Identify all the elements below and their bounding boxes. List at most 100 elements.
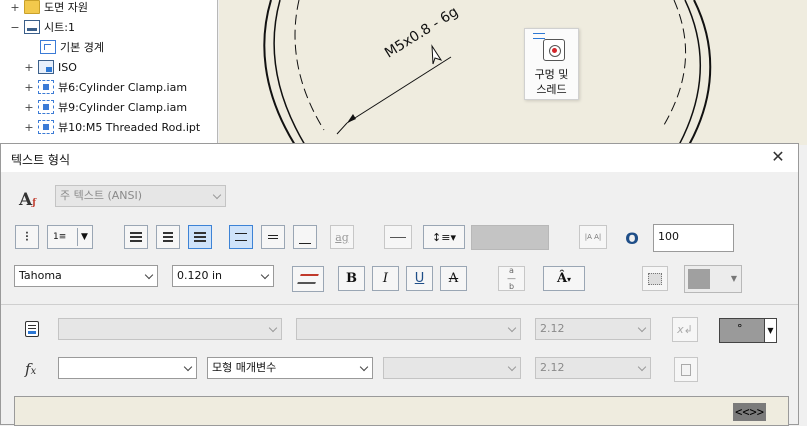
add-parameter-button[interactable] xyxy=(674,357,698,382)
properties-icon xyxy=(25,321,39,337)
mouse-cursor-icon xyxy=(431,44,443,65)
drawing-view-icon xyxy=(38,80,54,94)
bullet-list-button[interactable]: ⁝ xyxy=(15,225,39,249)
line-spacing-button[interactable]: ↕≡▾ xyxy=(423,225,465,249)
text-format-dialog: 텍스트 형식 ✕ Aƒ 주 텍스트 (ANSI) ⁝ 1≡ ▼ ag ↕≡▾ |… xyxy=(0,143,799,426)
hole-thread-tooltip: 구멍 및 스레드 xyxy=(524,28,579,100)
stretch-value: 100 xyxy=(658,230,679,243)
tree-item-label: 시트:1 xyxy=(44,21,75,34)
chevron-down-icon xyxy=(146,272,154,280)
expand-icon[interactable]: + xyxy=(24,61,34,74)
numbered-list-button[interactable]: 1≡ ▼ xyxy=(47,225,93,249)
align-bottom-button[interactable] xyxy=(293,225,317,249)
function-icon: fx xyxy=(25,360,37,378)
text-style-value: 주 텍스트 (ANSI) xyxy=(60,189,143,202)
model-parameter-select[interactable]: 모형 매개변수 xyxy=(207,357,373,379)
tree-item-view6[interactable]: + 뷰6:Cylinder Clamp.iam xyxy=(24,77,187,97)
precision-select-2[interactable]: 2.12 xyxy=(535,357,651,379)
chevron-down-icon xyxy=(639,364,647,372)
add-property-icon: x↲ xyxy=(677,323,693,336)
close-button[interactable]: ✕ xyxy=(768,147,788,167)
tree-item-label: 도면 자원 xyxy=(44,1,88,14)
tree-item-label: 뷰6:Cylinder Clamp.iam xyxy=(58,81,188,94)
add-property-button[interactable]: x↲ xyxy=(672,317,698,342)
font-size-value: 0.120 in xyxy=(177,269,223,282)
tree-item-default-border[interactable]: 기본 경계 xyxy=(26,37,104,57)
align-center-button[interactable] xyxy=(156,225,180,249)
collapse-icon[interactable]: − xyxy=(10,21,20,34)
split-divider xyxy=(77,228,78,246)
line-spacing-icon: ↕≡▾ xyxy=(432,230,456,244)
underline-button[interactable]: U xyxy=(406,266,433,291)
chevron-down-icon xyxy=(185,364,193,372)
tree-item-drawing-resources[interactable]: + 도면 자원 xyxy=(10,0,88,17)
caret-down-icon: ▼ xyxy=(81,232,88,242)
background-fill-icon xyxy=(648,272,662,285)
color-swatch xyxy=(688,269,710,289)
title-block-icon xyxy=(38,60,54,74)
case-icon: ag xyxy=(335,230,349,244)
fraction-button[interactable]: a ― b xyxy=(498,266,525,291)
expand-icon[interactable]: + xyxy=(10,1,20,14)
parameter-select[interactable] xyxy=(383,357,521,379)
expand-icon[interactable]: + xyxy=(24,101,34,114)
field-token[interactable]: <<>> xyxy=(733,403,766,421)
align-center-icon xyxy=(163,232,173,242)
property-select[interactable] xyxy=(296,318,521,340)
background-fill-button[interactable] xyxy=(642,266,668,291)
symbol-select[interactable]: ° ▼ xyxy=(719,318,777,343)
align-right-button[interactable] xyxy=(188,225,212,249)
drawing-canvas[interactable]: M5x0.8 - 6g 구멍 및 스레드 xyxy=(219,0,807,145)
align-left-icon xyxy=(130,232,142,242)
model-browser[interactable]: + 도면 자원 − 시트:1 기본 경계 + ISO + 뷰6:Cylinder… xyxy=(0,0,218,145)
tree-item-sheet[interactable]: − 시트:1 xyxy=(10,17,75,37)
chevron-down-icon xyxy=(214,192,222,200)
chevron-down-icon xyxy=(509,325,517,333)
precision-select-1[interactable]: 2.12 xyxy=(535,318,651,340)
sheet-icon xyxy=(24,20,40,34)
strikethrough-button[interactable]: A xyxy=(440,266,467,291)
align-middle-button[interactable] xyxy=(261,225,285,249)
symbol-value: ° xyxy=(737,322,743,335)
spacing-value-field[interactable] xyxy=(471,225,549,250)
component-select[interactable] xyxy=(58,318,282,340)
stack-button[interactable] xyxy=(292,266,324,292)
dialog-title: 텍스트 형식 xyxy=(11,153,71,167)
text-style-select[interactable]: 주 텍스트 (ANSI) xyxy=(55,185,226,207)
line-button[interactable] xyxy=(384,225,412,249)
dialog-titlebar[interactable]: 텍스트 형식 ✕ xyxy=(1,144,798,172)
parameter-source-select[interactable] xyxy=(58,357,197,379)
align-left-button[interactable] xyxy=(124,225,148,249)
tooltip-label-line2: 스레드 xyxy=(536,83,567,96)
expand-icon[interactable]: + xyxy=(24,121,34,134)
expand-icon[interactable]: + xyxy=(24,81,34,94)
folder-icon xyxy=(24,0,40,14)
font-size-select[interactable]: 0.120 in xyxy=(172,265,274,287)
text-color-icon: Â▾ xyxy=(556,271,572,286)
fit-text-button[interactable]: |A A| xyxy=(579,225,607,249)
align-right-icon xyxy=(194,232,206,242)
text-style-icon: Aƒ xyxy=(19,190,37,210)
stretch-input[interactable]: 100 xyxy=(653,224,734,252)
precision-value-1: 2.12 xyxy=(540,322,565,335)
tooltip-label-line1: 구멍 및 xyxy=(534,68,569,81)
tooltip-label: 구멍 및 스레드 xyxy=(525,67,578,97)
tree-item-iso[interactable]: + ISO xyxy=(24,57,77,77)
italic-button[interactable]: I xyxy=(372,266,399,291)
chevron-down-icon xyxy=(270,325,278,333)
tree-item-label: ISO xyxy=(58,60,77,74)
border-icon xyxy=(40,40,56,54)
text-color-button[interactable]: Â▾ xyxy=(543,266,585,291)
align-top-button[interactable] xyxy=(229,225,253,249)
font-select[interactable]: Tahoma xyxy=(14,265,158,287)
bold-button[interactable]: B xyxy=(338,266,365,291)
color-select[interactable]: ▼ xyxy=(684,265,742,293)
text-editor[interactable]: <<>> xyxy=(14,396,789,426)
drawing-geometry xyxy=(263,0,712,145)
case-button[interactable]: ag xyxy=(330,225,354,249)
tree-item-label: 기본 경계 xyxy=(60,41,104,54)
drawing-view-icon xyxy=(38,100,54,114)
chevron-down-icon xyxy=(639,325,647,333)
tree-item-view10[interactable]: + 뷰10:M5 Threaded Rod.ipt xyxy=(24,117,200,137)
tree-item-view9[interactable]: + 뷰9:Cylinder Clamp.iam xyxy=(24,97,187,117)
